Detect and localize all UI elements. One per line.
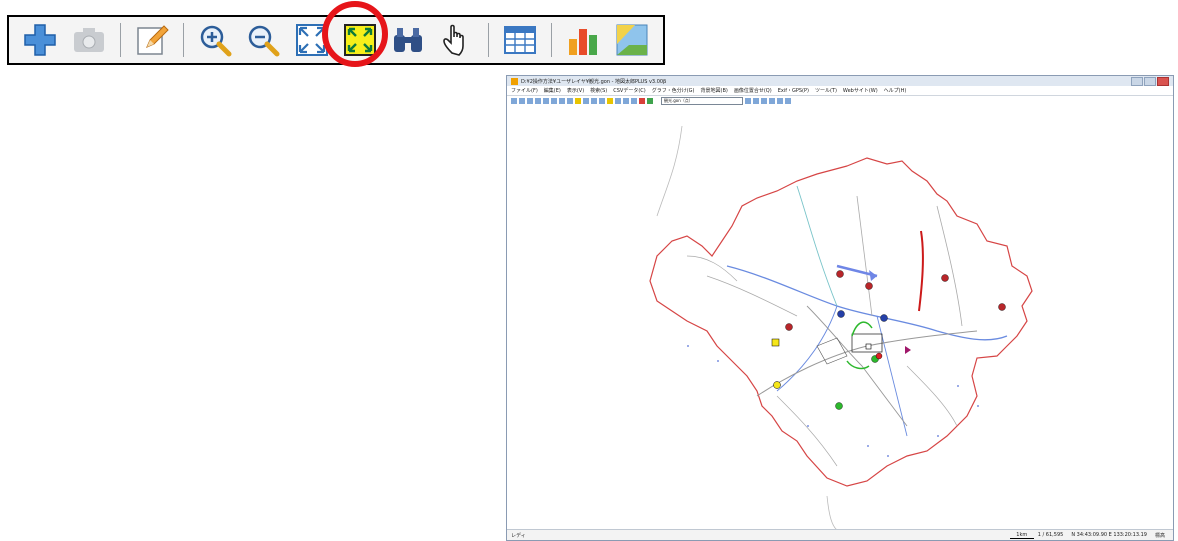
map-point-square[interactable] xyxy=(771,338,780,347)
table-icon[interactable] xyxy=(631,98,637,104)
map-point-red[interactable] xyxy=(836,270,844,278)
layer-tool-icon[interactable] xyxy=(745,98,751,104)
map-point-red[interactable] xyxy=(875,352,883,360)
map-point-blue[interactable] xyxy=(880,314,888,322)
pencil-icon[interactable] xyxy=(135,22,169,58)
toolbar-separator xyxy=(488,23,489,57)
window-icon[interactable] xyxy=(777,98,783,104)
menu-exif-gps[interactable]: Exif・GPS(P) xyxy=(778,87,809,94)
hand-icon[interactable] xyxy=(623,98,629,104)
menu-bar: ファイル(F) 編集(E) 表示(V) 検索(S) CSVデータ(C) グラフ・… xyxy=(507,86,1173,96)
map-point-green[interactable] xyxy=(835,402,843,410)
binoculars-icon[interactable] xyxy=(391,22,425,58)
map-point-blue[interactable] xyxy=(837,310,845,318)
fit-layer-icon[interactable] xyxy=(607,98,613,104)
menu-view[interactable]: 表示(V) xyxy=(567,87,584,94)
map-point-red[interactable] xyxy=(785,323,793,331)
menu-background-map[interactable]: 背景地図(B) xyxy=(701,87,728,94)
menu-help[interactable]: ヘルプ(H) xyxy=(884,87,907,94)
image-icon[interactable] xyxy=(647,98,653,104)
menu-file[interactable]: ファイル(F) xyxy=(511,87,538,94)
pencil-icon[interactable] xyxy=(575,98,581,104)
highlight-circle xyxy=(322,1,388,67)
app-logo-icon xyxy=(511,77,518,85)
menu-edit[interactable]: 編集(E) xyxy=(544,87,561,94)
toolbar-separator xyxy=(182,23,184,57)
table-icon[interactable] xyxy=(503,22,537,58)
camera-icon[interactable] xyxy=(567,98,573,104)
region-boundary xyxy=(649,157,1033,487)
minimize-button[interactable] xyxy=(1131,77,1143,86)
toolbar-separator xyxy=(551,23,553,57)
window-title: D:¥2操作方法¥ユーザレイヤ¥観光.gon - 地図太郎PLUS v3.00β xyxy=(521,78,667,85)
redo-icon[interactable] xyxy=(543,98,549,104)
binoculars-icon[interactable] xyxy=(615,98,621,104)
menu-search[interactable]: 検索(S) xyxy=(590,87,607,94)
layer-select[interactable]: 観光.gon（点） xyxy=(661,97,743,105)
status-bar: レディ 1km 1 / 61,595 N 34:43:09.90 E 133:2… xyxy=(507,529,1173,540)
zoom-in-icon[interactable] xyxy=(198,22,232,58)
save-icon[interactable] xyxy=(527,98,533,104)
info-alt-icon[interactable] xyxy=(761,98,767,104)
map-point-red[interactable] xyxy=(941,274,949,282)
window-controls xyxy=(1130,77,1169,86)
camera-icon[interactable] xyxy=(71,22,105,58)
map-point-yellow[interactable] xyxy=(773,381,781,389)
menu-tools[interactable]: ツール(T) xyxy=(815,87,837,94)
app-window: D:¥2操作方法¥ユーザレイヤ¥観光.gon - 地図太郎PLUS v3.00β… xyxy=(506,75,1174,541)
elevation-mode: 標高 xyxy=(1154,532,1165,539)
close-button[interactable] xyxy=(1157,77,1169,86)
map-road-line xyxy=(826,495,838,531)
zoom-out-icon[interactable] xyxy=(246,22,280,58)
maximize-button[interactable] xyxy=(1144,77,1156,86)
zoom-out-icon[interactable] xyxy=(591,98,597,104)
toolbar-separator xyxy=(119,23,121,57)
plus-icon[interactable] xyxy=(559,98,565,104)
scale-bar: 1km xyxy=(1009,532,1034,539)
info-icon[interactable] xyxy=(753,98,759,104)
map-point-red[interactable] xyxy=(865,282,873,290)
plus-icon[interactable] xyxy=(23,22,57,58)
menu-graph[interactable]: グラフ・色分け(G) xyxy=(652,87,695,94)
undo-icon[interactable] xyxy=(535,98,541,104)
print-icon[interactable] xyxy=(551,98,557,104)
window-alt-icon[interactable] xyxy=(785,98,791,104)
zoom-in-icon[interactable] xyxy=(583,98,589,104)
image-icon[interactable] xyxy=(615,22,649,58)
menu-image-align[interactable]: 画像位置合せ(Q) xyxy=(734,87,772,94)
hand-icon[interactable] xyxy=(440,22,474,58)
map-canvas[interactable] xyxy=(507,106,1173,531)
menu-website[interactable]: Webサイト(W) xyxy=(843,87,878,94)
map-point-marker[interactable] xyxy=(865,343,872,350)
coordinates: N 34:43:09.90 E 133:20:13.19 xyxy=(1071,532,1147,538)
new-icon[interactable] xyxy=(511,98,517,104)
scale-ratio: 1 / 61,595 xyxy=(1037,532,1064,538)
menu-csv[interactable]: CSVデータ(C) xyxy=(613,87,645,94)
title-bar: D:¥2操作方法¥ユーザレイヤ¥観光.gon - 地図太郎PLUS v3.00β xyxy=(507,76,1173,86)
map-road-line xyxy=(656,125,683,217)
chart-icon[interactable] xyxy=(566,22,600,58)
open-icon[interactable] xyxy=(519,98,525,104)
map-point-red[interactable] xyxy=(998,303,1006,311)
fit-all-icon[interactable] xyxy=(599,98,605,104)
status-text: レディ xyxy=(511,532,526,539)
measure-icon[interactable] xyxy=(769,98,775,104)
chart-icon[interactable] xyxy=(639,98,645,104)
